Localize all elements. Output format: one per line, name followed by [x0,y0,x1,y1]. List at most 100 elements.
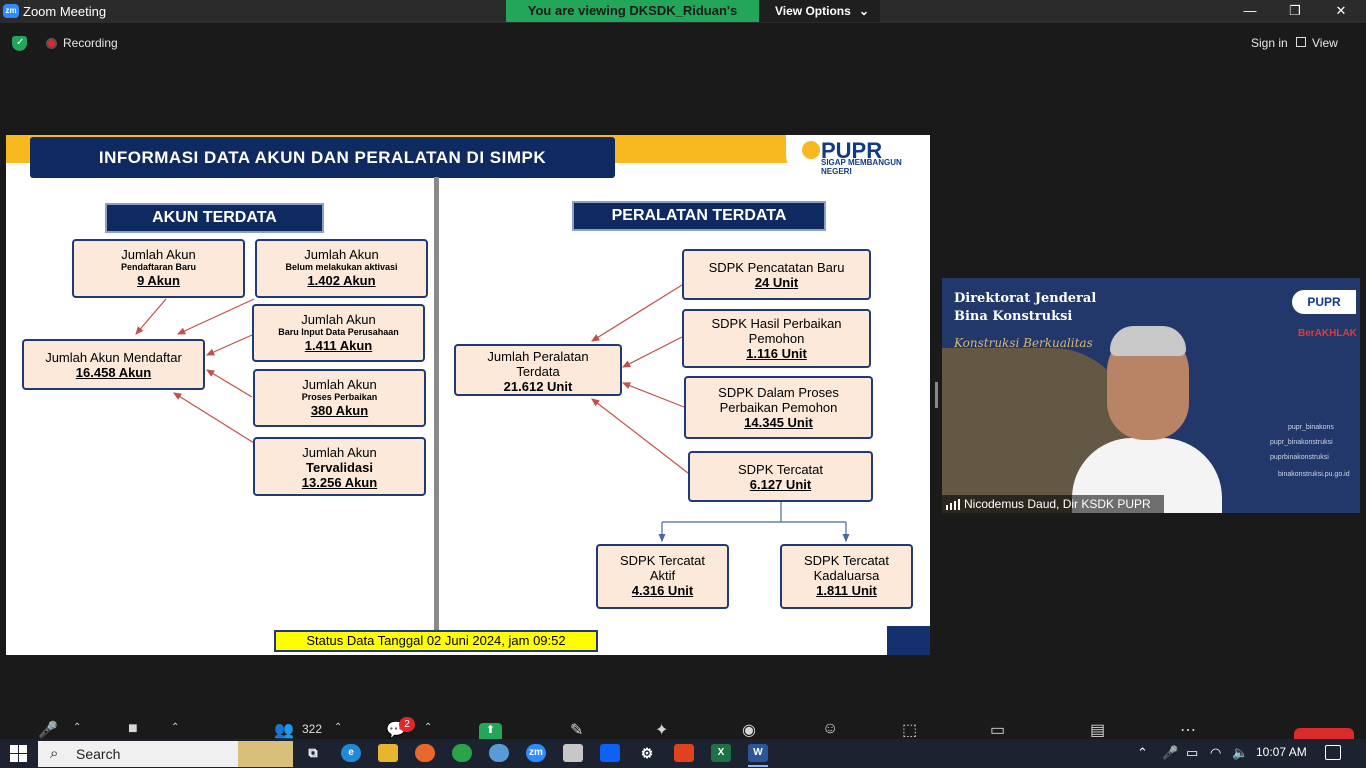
social-handle: pupr_binakonstruksi [1270,439,1333,446]
microphone-tray-icon[interactable]: 🎤 [1162,745,1178,761]
box-label-2: Kadaluarsa [813,568,880,583]
view-options-button[interactable]: View Options ⌄ [759,0,880,22]
box-sdpk-hasil-perbaikan: SDPK Hasil Perbaikan Pemohon 1.116 Unit [682,309,871,368]
chat-badge: 2 [399,717,415,732]
box-label: SDPK Tercatat [803,553,890,568]
person-hair [1110,326,1186,356]
zoom-icon[interactable]: zm [526,744,546,762]
box-akun-pendaftaran-baru: Jumlah Akun Pendaftaran Baru 9 Akun [72,239,245,298]
social-handle: puprbinakonstruksi [1270,454,1329,461]
whiteboard-icon[interactable]: ▭ [990,720,1005,740]
file-explorer-icon[interactable] [378,744,398,762]
box-sdpk-pencatatan-baru: SDPK Pencatatan Baru 24 Unit [682,249,871,300]
box-value: 21.612 Unit [503,379,573,394]
box-akun-tervalidasi: Jumlah Akun Tervalidasi 13.256 Akun [253,437,426,496]
box-label-2: Perbaikan Pemohon [719,400,838,415]
box-akun-mendaftar: Jumlah Akun Mendaftar 16.458 Akun [22,339,205,390]
box-label: Jumlah Akun [301,312,376,327]
participants-chevron-icon[interactable]: ⌃ [334,722,342,733]
box-label: SDPK Pencatatan Baru [708,260,845,275]
zoom-logo-icon: zm [3,4,19,18]
video-options-chevron-icon[interactable]: ⌃ [171,722,179,733]
chat-chevron-icon[interactable]: ⌃ [424,722,432,733]
box-label: Jumlah Peralatan [487,349,589,364]
taskbar-clock[interactable]: 10:07 AM [1256,745,1307,759]
word-icon[interactable]: W [748,744,768,762]
audio-options-chevron-icon[interactable]: ⌃ [73,722,81,733]
dropbox-icon[interactable] [600,744,620,762]
box-value: 1.402 Akun [307,273,376,288]
record-icon[interactable]: ◉ [742,720,756,740]
box-label: SDPK Tercatat [737,462,824,477]
settings-icon[interactable]: ⚙ [637,744,657,762]
box-label: SDPK Tercatat [619,553,706,568]
acrobat-icon[interactable] [674,744,694,762]
box-label: Jumlah Akun [121,247,196,262]
box-value: 6.127 Unit [749,477,812,492]
background-script-text: Konstruksi Berkualitas [954,336,1093,350]
background-pupr-logo: PUPR [1292,290,1356,314]
box-value: 9 Akun [137,273,180,288]
box-label: Jumlah Akun [302,445,377,460]
minimize-button[interactable]: — [1240,2,1260,20]
box-value: 13.256 Akun [301,475,378,490]
wifi-icon[interactable]: ◠ [1210,745,1221,761]
recording-label[interactable]: Recording [63,36,118,50]
background-heading-line-1: Direktorat Jenderal [954,291,1097,306]
summary-icon[interactable]: ✎ [570,720,583,740]
ai-companion-icon[interactable]: ✦ [655,720,668,740]
reactions-icon[interactable]: ☺ [822,720,838,738]
box-label: SDPK Dalam Proses [718,385,839,400]
paint-icon[interactable] [489,744,509,762]
firefox-icon[interactable] [415,744,435,762]
box-value: 24 Unit [754,275,799,290]
video-camera-icon[interactable]: ■ [128,720,138,738]
berakhlak-logo: BerAKHLAK [1298,328,1357,339]
social-handle: binakonstruksi.pu.go.id [1278,471,1350,478]
weather-icon[interactable] [563,744,583,762]
view-button[interactable]: View [1312,36,1338,50]
windows-start-icon[interactable] [10,745,27,762]
participants-icon[interactable]: 👥 [274,720,294,740]
task-view-icon[interactable]: ⧉ [303,744,323,762]
box-akun-belum-aktivasi: Jumlah Akun Belum melakukan aktivasi 1.4… [255,239,428,298]
box-label-2: Pemohon [748,331,805,346]
slide-corner-decoration [887,626,930,655]
box-label-2: Aktif [649,568,676,583]
close-button[interactable]: ✕ [1331,2,1351,20]
apps-icon[interactable]: ⬚ [902,720,917,740]
box-label: Jumlah Akun [304,247,379,262]
meeting-toolbar [0,715,1366,739]
splitter-handle[interactable] [935,382,938,408]
notes-icon[interactable]: ▤ [1090,720,1105,740]
edge-icon[interactable]: e [341,744,361,762]
participant-video-tile[interactable]: Direktorat Jenderal Bina Konstruksi Kons… [942,278,1360,513]
sign-in-button[interactable]: Sign in [1251,36,1288,50]
restore-button[interactable]: ❐ [1285,2,1305,20]
box-value: 4.316 Unit [631,583,694,598]
notification-center-icon[interactable] [1325,745,1341,760]
box-akun-proses-perbaikan: Jumlah Akun Proses Perbaikan 380 Akun [253,369,426,427]
box-sdpk-tercatat: SDPK Tercatat 6.127 Unit [688,451,873,502]
signal-strength-icon [946,499,960,510]
volume-icon[interactable]: 🔈 [1232,745,1248,761]
box-value: 1.411 Akun [304,338,373,353]
box-value: 1.811 Unit [816,583,877,598]
box-label: Jumlah Akun Mendaftar [45,350,182,365]
mute-microphone-icon[interactable]: 🎤 [38,720,58,740]
chrome-icon[interactable] [452,744,472,762]
more-options-icon[interactable]: ⋯ [1180,720,1196,740]
box-label-2: Terdata [516,364,560,379]
show-hidden-icons-chevron-icon[interactable]: ⌃ [1137,745,1148,761]
box-label: Jumlah Akun [302,377,377,392]
box-sublabel: Pendaftaran Baru [120,262,197,272]
battery-icon[interactable]: ▭ [1186,745,1198,761]
check-icon: ✓ [16,37,25,48]
window-title: Zoom Meeting [23,4,107,19]
status-date-box: Status Data Tanggal 02 Juni 2024, jam 09… [274,630,598,652]
recording-dot-icon [46,38,57,49]
box-sdpk-dalam-proses: SDPK Dalam Proses Perbaikan Pemohon 14.3… [684,376,873,439]
box-sdpk-tercatat-aktif: SDPK Tercatat Aktif 4.316 Unit [596,544,729,609]
share-screen-icon[interactable]: ⬆ [479,723,502,740]
excel-icon[interactable]: X [711,744,731,762]
